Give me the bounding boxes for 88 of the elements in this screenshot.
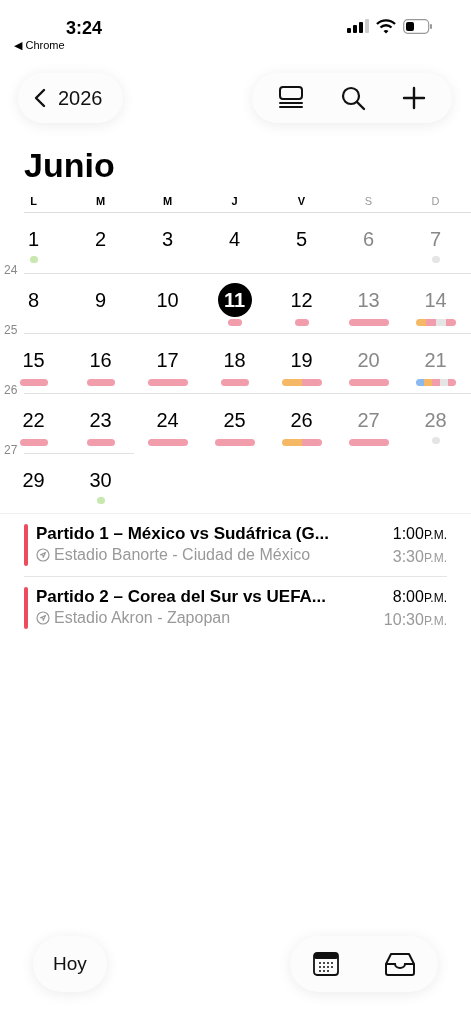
event-marker [147, 439, 188, 446]
event-location: Estadio Banorte - Ciudad de México [54, 546, 311, 564]
day-number[interactable]: 20 [351, 343, 386, 377]
day-number[interactable]: 17 [150, 343, 185, 377]
event-marker [348, 319, 389, 326]
event-marker [281, 439, 322, 446]
event-marker [220, 379, 249, 386]
day-number[interactable]: 21 [418, 343, 453, 377]
event-marker [348, 439, 389, 446]
weekday-label: M [161, 195, 174, 207]
event-marker [415, 379, 456, 386]
battery-icon [403, 18, 433, 34]
location-pin-icon [36, 548, 50, 562]
day-number[interactable]: 14 [418, 283, 453, 317]
event-location: Estadio Akron - Zapopan [54, 609, 231, 627]
weekday-label: V [296, 195, 307, 207]
weekday-label: D [430, 195, 441, 207]
search-icon [340, 85, 366, 111]
event-marker [96, 497, 105, 504]
event-start-time: 8:00P.M. [392, 588, 447, 606]
location-pin-icon [36, 611, 50, 625]
day-number[interactable]: 6 [351, 222, 386, 256]
event-marker [227, 319, 242, 326]
week-number: 27 [4, 443, 18, 457]
event-marker [431, 256, 440, 263]
event-marker [19, 439, 48, 446]
signal-icon [347, 19, 369, 33]
list-view-icon [278, 86, 304, 110]
day-number[interactable]: 27 [351, 403, 386, 437]
day-number[interactable]: 25 [217, 403, 252, 437]
event-marker [294, 319, 309, 326]
event-marker [19, 379, 48, 386]
event-marker [431, 437, 440, 444]
day-number[interactable]: 28 [418, 403, 453, 437]
day-number[interactable]: 7 [418, 222, 453, 256]
event-title: Partido 2 – Corea del Sur vs UEFA... [36, 587, 327, 607]
event-marker [147, 379, 188, 386]
plus-icon [402, 86, 426, 110]
inbox-tray-icon [383, 952, 416, 976]
event-marker [86, 439, 115, 446]
day-number[interactable]: 12 [284, 283, 319, 317]
event-item[interactable]: Partido 1 – México vs Sudáfrica (G... 1:00P.M. Estadio Banorte - Ciudad de México 3:30P.M. [24, 524, 447, 566]
event-marker [214, 439, 255, 446]
wifi-icon [376, 18, 396, 34]
day-number[interactable]: 22 [16, 403, 51, 437]
event-marker [415, 319, 456, 326]
back-year-button[interactable]: 2026 [18, 73, 123, 123]
event-marker [281, 379, 322, 386]
weekday-label: M [94, 195, 107, 207]
event-title: Partido 1 – México vs Sudáfrica (G... [36, 524, 329, 544]
event-marker [29, 256, 38, 263]
event-marker [348, 379, 389, 386]
event-item[interactable]: Partido 2 – Corea del Sur vs UEFA... 8:00P.M. Estadio Akron - Zapopan 10:30P.M. [24, 587, 447, 629]
day-number[interactable]: 13 [351, 283, 386, 317]
day-number[interactable]: 23 [83, 403, 118, 437]
day-number[interactable]: 26 [284, 403, 319, 437]
today-button[interactable]: Hoy [33, 936, 107, 992]
week-number: 26 [4, 383, 18, 397]
day-number[interactable]: 4 [217, 222, 252, 256]
day-number[interactable]: 11 [217, 283, 252, 317]
event-marker [86, 379, 115, 386]
weekday-label: S [363, 195, 374, 207]
weekday-label: J [230, 195, 239, 207]
day-number[interactable]: 8 [16, 283, 51, 317]
day-number[interactable]: 29 [16, 463, 51, 497]
chevron-left-icon [34, 88, 46, 108]
day-number[interactable]: 1 [16, 222, 51, 256]
day-number[interactable]: 3 [150, 222, 185, 256]
event-start-time: 1:00P.M. [392, 525, 447, 543]
weekday-label: L [29, 195, 38, 207]
back-to-app-link[interactable]: ◀ Chrome [14, 38, 65, 52]
day-number[interactable]: 30 [83, 463, 118, 497]
day-number[interactable]: 24 [150, 403, 185, 437]
calendar-icon [312, 952, 339, 976]
day-number[interactable]: 2 [83, 222, 118, 256]
day-number[interactable]: 9 [83, 283, 118, 317]
status-time: 3:24 [66, 18, 103, 38]
week-number: 25 [4, 323, 18, 337]
day-number[interactable]: 19 [284, 343, 319, 377]
day-number[interactable]: 10 [150, 283, 185, 317]
day-number[interactable]: 15 [16, 343, 51, 377]
week-number: 24 [4, 263, 18, 277]
event-end-time: 3:30P.M. [392, 548, 447, 566]
day-number[interactable]: 16 [83, 343, 118, 377]
day-number[interactable]: 18 [217, 343, 252, 377]
day-number[interactable]: 5 [284, 222, 319, 256]
event-end-time: 10:30P.M. [383, 611, 447, 629]
month-title: Junio [23, 145, 116, 185]
